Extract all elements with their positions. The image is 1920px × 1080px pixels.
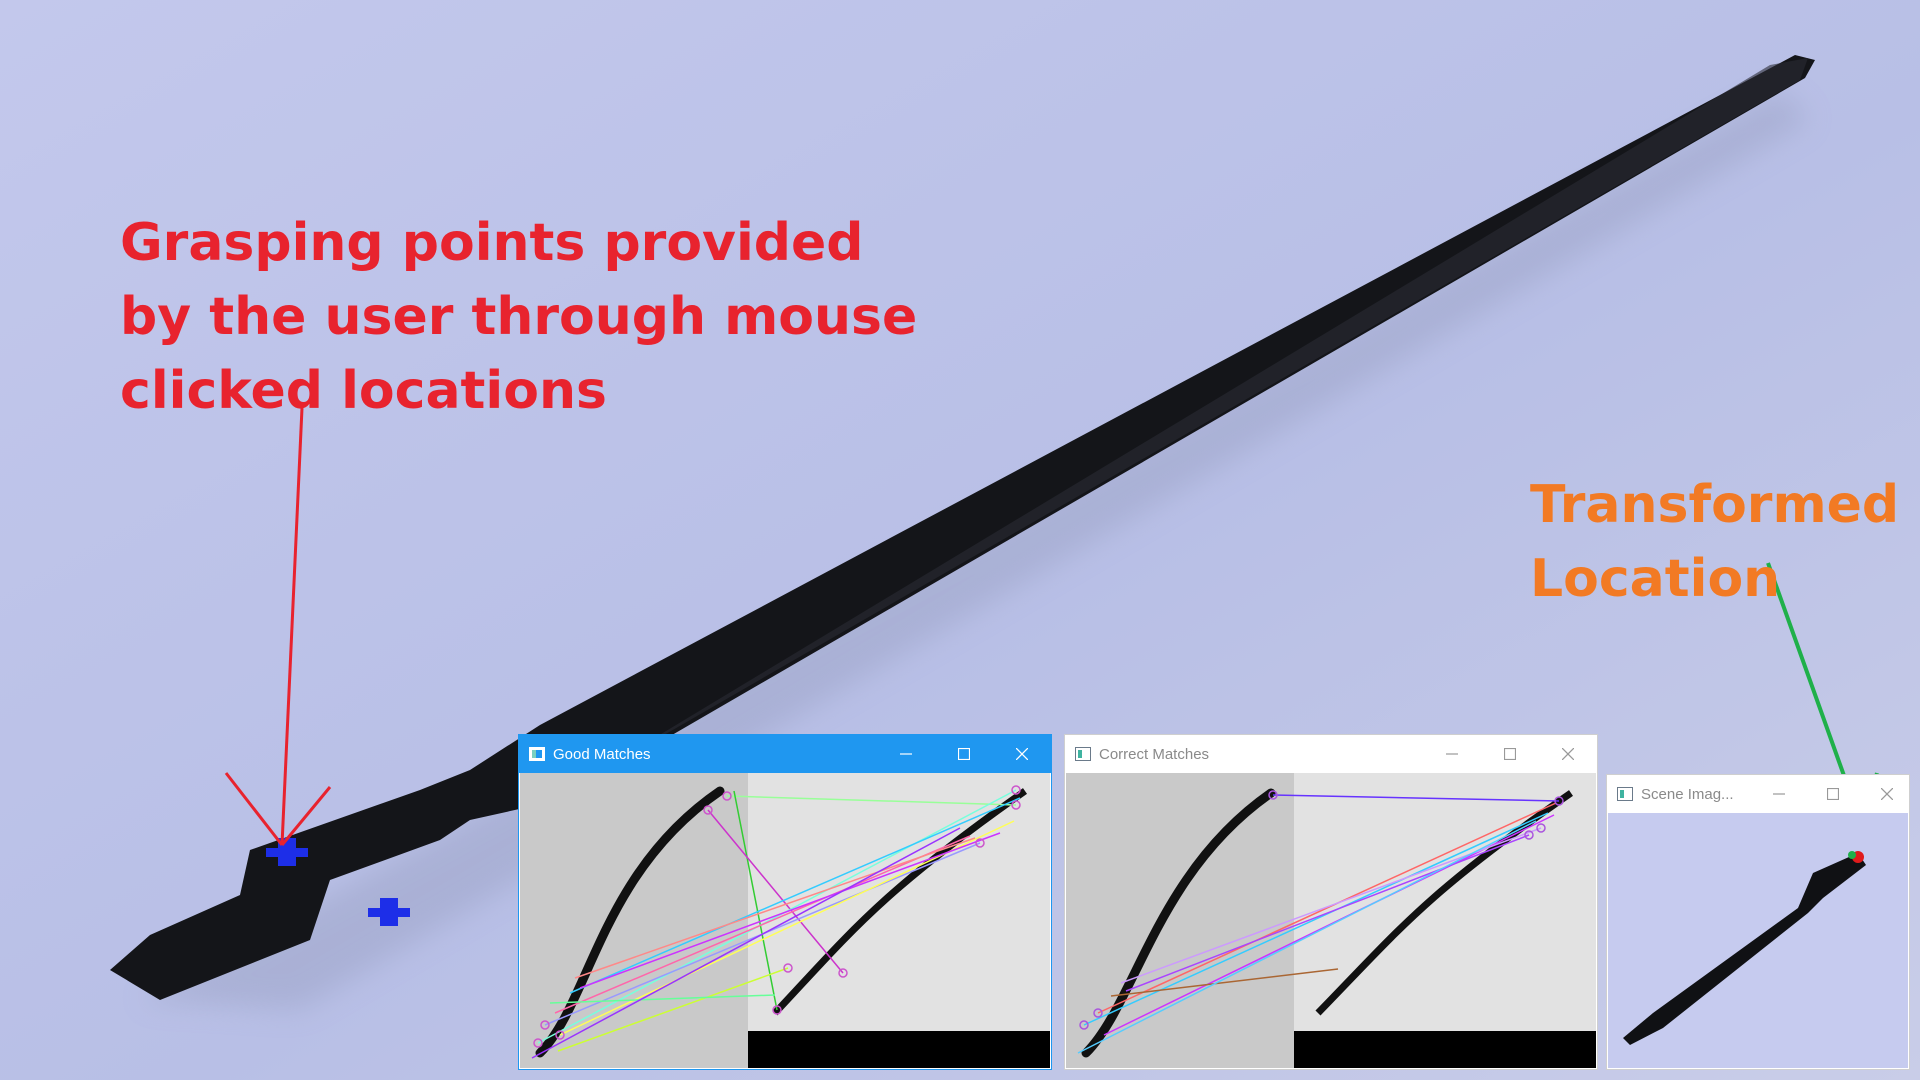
maximize-button[interactable]: [1811, 775, 1855, 813]
maximize-button[interactable]: [1481, 735, 1539, 773]
minimize-button[interactable]: [1423, 735, 1481, 773]
close-icon: [1562, 748, 1574, 760]
maximize-button[interactable]: [935, 735, 993, 773]
annotation-line: Location: [1530, 549, 1781, 609]
annotation-line: Transformed: [1530, 475, 1900, 535]
minimize-icon: [1773, 793, 1785, 795]
scene-image-canvas: [1608, 813, 1908, 1068]
close-button[interactable]: [1865, 775, 1909, 813]
annotation-line: clicked locations: [120, 361, 607, 421]
window-title: Correct Matches: [1099, 745, 1210, 763]
window-title: Scene Imag...: [1641, 785, 1734, 803]
minimize-icon: [900, 753, 912, 755]
close-icon: [1016, 748, 1028, 760]
scene-image-window[interactable]: Scene Imag...: [1606, 774, 1910, 1070]
close-button[interactable]: [1539, 735, 1597, 773]
maximize-icon: [958, 748, 970, 760]
app-icon: [1617, 787, 1633, 801]
correct-matches-window[interactable]: Correct Matches: [1064, 734, 1598, 1070]
transformed-location-annotation: Transformed Location: [1530, 468, 1899, 616]
good-matches-window[interactable]: Good Matches: [518, 734, 1052, 1070]
annotation-line: Grasping points provided: [120, 213, 864, 273]
close-button[interactable]: [993, 735, 1051, 773]
window-title: Good Matches: [553, 745, 651, 763]
maximize-icon: [1827, 788, 1839, 800]
minimize-button[interactable]: [877, 735, 935, 773]
correct-matches-canvas: [1066, 773, 1596, 1068]
minimize-icon: [1446, 753, 1458, 755]
app-icon: [529, 747, 545, 761]
app-icon: [1075, 747, 1091, 761]
user-points-annotation: Grasping points provided by the user thr…: [120, 206, 918, 428]
annotation-line: by the user through mouse: [120, 287, 918, 347]
maximize-icon: [1504, 748, 1516, 760]
close-icon: [1881, 788, 1893, 800]
minimize-button[interactable]: [1757, 775, 1801, 813]
good-matches-canvas: [520, 773, 1050, 1068]
